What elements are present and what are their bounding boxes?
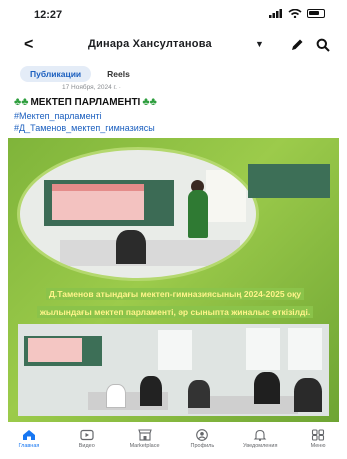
- post-title: ♣♣ МЕКТЕП ПАРЛАМЕНТІ ♣♣: [14, 96, 157, 108]
- chevron-down-icon[interactable]: ▼: [255, 39, 264, 49]
- nav-marketplace[interactable]: Marketplace: [116, 426, 174, 459]
- bell-icon: [253, 429, 267, 441]
- post-image[interactable]: Д.Таменов атындағы мектеп-гимназиясының …: [8, 138, 339, 422]
- top-nav: < Динара Хансултанова ▼: [0, 33, 347, 59]
- nav-profile[interactable]: Профиль: [173, 426, 231, 459]
- wifi-icon: [288, 9, 302, 18]
- tab-publications[interactable]: Публикации: [20, 66, 92, 82]
- nav-label: Меню: [310, 443, 326, 449]
- clover-icon: ♣♣: [142, 96, 157, 108]
- hashtag-link[interactable]: #Д_Таменов_мектеп_гимназиясы: [14, 122, 155, 134]
- home-icon: [22, 430, 35, 440]
- video-icon: [80, 429, 94, 441]
- edit-icon[interactable]: [290, 38, 304, 52]
- bottom-nav: Главная Видео Marketplace Профиль Уведом…: [0, 426, 347, 459]
- profile-icon: [196, 429, 209, 441]
- profile-tabs: Публикации Reels: [20, 66, 132, 82]
- nav-label: Marketplace: [129, 443, 160, 449]
- nav-label: Уведомления: [243, 443, 278, 449]
- classroom-board: [248, 164, 330, 198]
- classroom-photo-oval: [20, 150, 256, 278]
- status-bar: 12:27: [0, 0, 347, 30]
- nav-label: Профиль: [190, 443, 215, 449]
- nav-label: Видео: [78, 443, 95, 449]
- nav-video[interactable]: Видео: [58, 426, 116, 459]
- profile-name[interactable]: Динара Хансултанова: [88, 38, 212, 50]
- nav-home[interactable]: Главная: [0, 426, 58, 459]
- status-time: 12:27: [34, 9, 63, 21]
- battery-icon: [307, 9, 325, 18]
- tab-reels[interactable]: Reels: [105, 66, 132, 82]
- nav-label: Главная: [18, 443, 40, 449]
- post-date: 17 Ноября, 2024 г. ·: [62, 84, 121, 91]
- signal-icon: [269, 9, 282, 18]
- hashtags: #Мектеп_парламенті #Д_Таменов_мектеп_гим…: [14, 110, 155, 134]
- hashtag-link[interactable]: #Мектеп_парламенті: [14, 110, 155, 122]
- classroom-photo-rect: [18, 324, 329, 416]
- menu-icon: [311, 429, 325, 441]
- marketplace-icon: [137, 429, 152, 441]
- clover-icon: ♣♣: [14, 96, 29, 108]
- nav-notifications[interactable]: Уведомления: [231, 426, 289, 459]
- search-icon[interactable]: [316, 38, 330, 52]
- back-button[interactable]: <: [24, 36, 33, 54]
- post-title-text: МЕКТЕП ПАРЛАМЕНТІ: [30, 96, 141, 108]
- nav-menu[interactable]: Меню: [289, 426, 347, 459]
